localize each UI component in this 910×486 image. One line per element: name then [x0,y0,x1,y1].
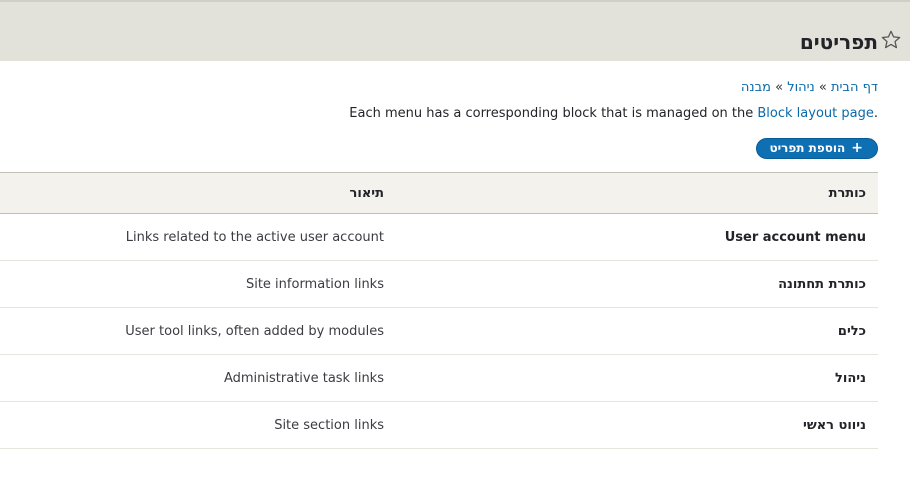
table-row: ניהול Administrative task links [0,354,878,402]
breadcrumb-structure[interactable]: מבנה [741,80,771,95]
block-layout-link[interactable]: Block layout page [757,106,873,121]
menu-description: Site section links [0,401,396,449]
page-title: תפריטים [799,30,878,54]
breadcrumb-separator: » [775,80,784,95]
menus-table: כותרת תיאור User account menu Links rela… [0,172,878,449]
star-icon[interactable] [880,29,902,51]
table-header-row: כותרת תיאור [0,172,878,214]
menu-title[interactable]: ניווט ראשי [396,401,878,449]
breadcrumb-separator: » [818,80,827,95]
menu-title[interactable]: כלים [396,307,878,355]
add-menu-label: הוספת תפריט [769,141,846,155]
page-header: תפריטים [0,2,910,61]
description-suffix: . [873,106,878,121]
page-description: Each menu has a corresponding block that… [349,106,878,121]
menu-title[interactable]: כותרת תחתונה [396,260,878,308]
add-menu-button[interactable]: + הוספת תפריט [756,138,878,159]
table-row: ניווט ראשי Site section links [0,401,878,449]
breadcrumb-admin[interactable]: ניהול [787,80,815,95]
menu-description: Administrative task links [0,354,396,402]
menu-description: Links related to the active user account [0,213,396,261]
table-row: כותרת תחתונה Site information links [0,260,878,308]
column-description-header: תיאור [349,185,384,201]
breadcrumb-home[interactable]: דף הבית [831,80,878,95]
menu-title[interactable]: User account menu [396,213,878,261]
breadcrumb: דף הבית » ניהול » מבנה [741,80,878,95]
menu-description: Site information links [0,260,396,308]
menu-title[interactable]: ניהול [396,354,878,402]
menu-description: User tool links, often added by modules [0,307,396,355]
column-title-header: כותרת [828,185,866,201]
table-row: User account menu Links related to the a… [0,213,878,261]
description-text: Each menu has a corresponding block that… [349,106,754,121]
plus-icon: + [851,140,863,156]
table-row: כלים User tool links, often added by mod… [0,307,878,355]
